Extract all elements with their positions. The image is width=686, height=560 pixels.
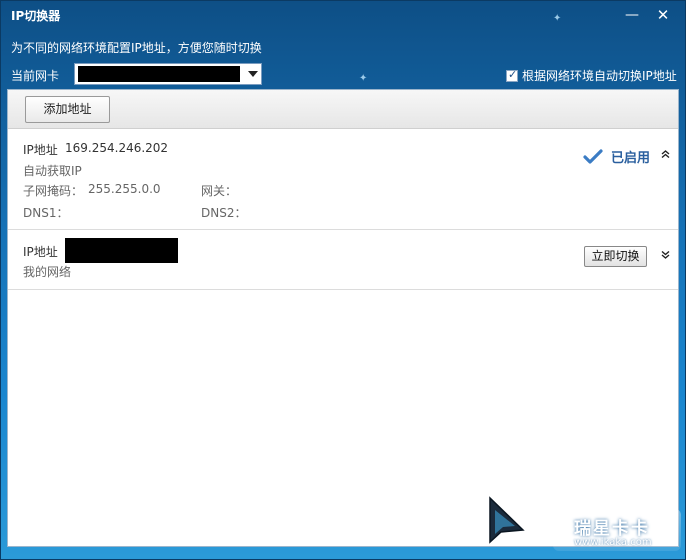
auto-switch-option[interactable]: 根据网络环境自动切换IP地址 [506,67,677,84]
dns2-label: DNS2： [201,206,247,220]
nic-dropdown[interactable] [74,63,262,85]
ip-value: 169.254.246.202 [65,141,169,155]
entry-description: 自动获取IP [23,164,82,178]
switch-now-button[interactable]: 立即切换 [584,246,647,267]
dns1-label: DNS1： [23,206,69,220]
entry-description: 我的网络 [23,265,72,279]
toolbar: 添加地址 [8,90,678,129]
checkmark-icon [583,148,603,164]
dropdown-arrow-icon[interactable] [248,71,258,77]
current-nic-label: 当前网卡 [11,69,60,83]
enabled-status: 已启用 [583,147,650,166]
chevron-up-icon[interactable] [661,150,670,161]
subnet-value: 255.255.0.0 [88,182,161,196]
mouse-cursor-icon [489,496,525,544]
address-panel: 添加地址 IP地址 169.254.246.202 自动获取IP 子网掩码： 2… [7,89,679,547]
address-entry[interactable]: IP地址 我的网络 立即切换 [8,231,678,290]
add-address-button[interactable]: 添加地址 [25,96,110,123]
address-entry[interactable]: IP地址 169.254.246.202 自动获取IP 子网掩码： 255.25… [8,130,678,230]
chevron-down-icon[interactable] [661,250,670,262]
close-button[interactable]: ✕ [654,6,672,24]
status-label: 已启用 [611,151,651,166]
nic-dropdown-value [78,66,240,82]
title-bar[interactable]: IP切换器 — ✕ [1,1,685,29]
watermark-url: www.ikaka.com [574,537,652,548]
ip-value [65,238,178,263]
description-text: 为不同的网络环境配置IP地址，方便您随时切换 [11,41,262,55]
gateway-label: 网关： [201,184,238,198]
auto-switch-label: 根据网络环境自动切换IP地址 [522,69,677,83]
window-title: IP切换器 [11,9,61,23]
ip-switcher-window: ✦ ✦ ✦ IP切换器 — ✕ 为不同的网络环境配置IP地址，方便您随时切换 当… [0,0,686,560]
ip-label: IP地址 [23,143,58,157]
minimize-button[interactable]: — [623,6,641,24]
auto-switch-checkbox[interactable] [506,68,518,82]
subnet-label: 子网掩码： [23,184,84,198]
watermark-logo-text: 瑞星卡卡 [574,519,650,539]
sparkle-decoration: ✦ [359,73,368,84]
ip-label: IP地址 [23,245,58,259]
